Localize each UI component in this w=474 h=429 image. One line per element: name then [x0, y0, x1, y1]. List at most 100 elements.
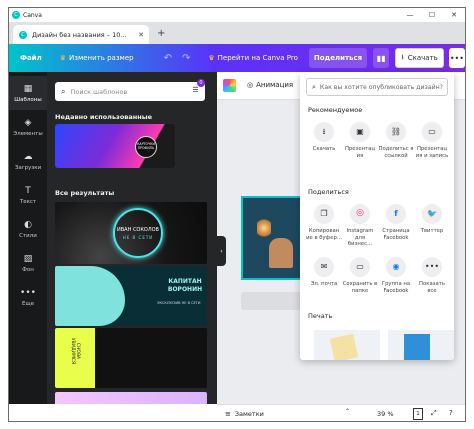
rail-label: Шаблоны	[14, 96, 42, 103]
page-count-button[interactable]: 1	[413, 408, 423, 420]
search-placeholder: Поиск шаблонов	[70, 87, 128, 96]
search-icon: ⌕	[312, 82, 316, 91]
twitter-icon: 🐦	[422, 204, 442, 224]
recent-card-badge: КАРТОЧКИ ПРОФИЛЬ	[135, 136, 157, 158]
text-icon: T	[25, 185, 31, 196]
option-save-folder[interactable]: ▭ Сохранить в папке	[342, 257, 378, 294]
share-search-input[interactable]: ⌕ Как вы хотите опубликовать дизайн?	[306, 78, 448, 96]
option-present-record[interactable]: ▭ Презентац ия и запись	[414, 122, 450, 159]
download-button[interactable]: ⭳ Скачать	[395, 48, 444, 68]
go-pro-button[interactable]: ♛ Перейти на Canva Pro	[203, 48, 302, 68]
rail-item-uploads[interactable]: ☁ Загрузки	[9, 144, 47, 178]
option-show-all[interactable]: ••• Показать все	[414, 257, 450, 294]
filter-count-badge: 0	[197, 79, 205, 87]
crown-icon: ♛	[208, 54, 215, 62]
rail-item-templates[interactable]: ▦ Шаблоны	[9, 76, 47, 110]
rail-item-background[interactable]: ▨ Фон	[9, 246, 47, 280]
print-product-card[interactable]	[314, 330, 380, 360]
styles-icon: ◐	[24, 219, 32, 230]
rail-item-text[interactable]: T Текст	[9, 178, 47, 212]
recent-template-card[interactable]: КАРТОЧКИ ПРОФИЛЬ	[55, 124, 175, 168]
fullscreen-icon[interactable]: ⤢	[431, 409, 437, 418]
record-icon: ▭	[422, 122, 442, 142]
instagram-icon: ◎	[350, 204, 370, 224]
option-label: Поделитьс я ссылкой	[378, 146, 414, 159]
template-card[interactable]: КАПИТАН ВОРОНИН ЭКСКЛЮЗИВ НЕ В СЕТИ	[55, 266, 207, 326]
folder-icon: ▭	[350, 257, 370, 277]
design-image-figure	[269, 238, 293, 268]
option-facebook-page[interactable]: f Страница Facebook	[378, 204, 414, 241]
animation-button[interactable]: ◎ Анимация	[247, 81, 293, 89]
minimize-button[interactable]: —	[399, 8, 421, 22]
share-heading: Поделиться	[308, 188, 349, 196]
print-product-card[interactable]	[388, 330, 454, 360]
more-icon: •••	[20, 287, 36, 298]
template-card[interactable]	[55, 392, 207, 404]
option-present[interactable]: ▣ Презентац ия	[342, 122, 378, 159]
canva-tab-icon: C	[19, 30, 27, 39]
templates-panel: ⌕ Поиск шаблонов ☰ 0 Недавно использован…	[47, 72, 217, 404]
design-page[interactable]	[241, 196, 303, 280]
insights-icon[interactable]: ▮▮	[373, 48, 390, 68]
rail-label: Загрузки	[14, 164, 42, 171]
rail-label: Элементы	[13, 130, 43, 137]
facebook-icon: f	[386, 204, 406, 224]
panel-footer	[9, 404, 217, 421]
option-twitter[interactable]: 🐦 Твиттер	[414, 204, 450, 235]
notes-button[interactable]: ≡ Заметки	[225, 410, 264, 418]
option-share-link[interactable]: ⛓ Поделитьс я ссылкой	[378, 122, 414, 159]
redo-button[interactable]: ↷	[179, 48, 193, 68]
share-popup: ⌕ Как вы хотите опубликовать дизайн? Рек…	[300, 72, 454, 360]
option-instagram[interactable]: ◎ Instagram для бизнес...	[342, 204, 378, 248]
results-heading: Все результаты	[55, 189, 115, 197]
recommended-heading: Рекомендуемое	[308, 106, 363, 114]
download-icon: ⭳	[401, 52, 404, 61]
new-tab-button[interactable]: +	[157, 28, 165, 39]
file-menu-button[interactable]: Файл	[15, 48, 47, 68]
copy-icon: ❐	[314, 204, 334, 224]
side-rail: ▦ Шаблоны ◈ Элементы ☁ Загрузки T Текст …	[9, 72, 47, 404]
browser-tab[interactable]: C Дизайн без названия – 10... ✕	[13, 25, 149, 44]
crown-icon: ♛	[59, 54, 66, 62]
option-label: Страница Facebook	[382, 228, 410, 241]
tab-close-icon[interactable]: ✕	[136, 31, 146, 39]
collapse-panel-button[interactable]: ‹	[217, 236, 226, 266]
tab-label: Дизайн без названия – 10...	[32, 30, 127, 39]
option-label: Презентац ия	[344, 146, 376, 159]
uploads-icon: ☁	[23, 151, 33, 162]
zoom-level[interactable]: 39 %	[377, 410, 394, 418]
option-copy[interactable]: ❐ Копирован ие в буфер...	[306, 204, 342, 241]
chevron-up-icon[interactable]: ⌃	[345, 408, 350, 415]
share-button[interactable]: Поделиться	[308, 48, 368, 68]
filter-icon[interactable]: ☰	[190, 86, 201, 97]
rail-item-elements[interactable]: ◈ Элементы	[9, 110, 47, 144]
option-download[interactable]: ⭳ Скачать	[306, 122, 342, 153]
resize-button[interactable]: ♛ Изменить размер	[55, 48, 139, 68]
option-label: Instagram для бизнес...	[346, 228, 374, 248]
color-picker-icon[interactable]	[223, 79, 236, 92]
more-options-button[interactable]: •••	[448, 48, 465, 68]
print-product-image	[329, 333, 359, 360]
undo-button[interactable]: ↶	[161, 48, 175, 68]
share-search-placeholder: Как вы хотите опубликовать дизайн?	[319, 83, 443, 91]
option-email[interactable]: ✉ Эл. почта	[306, 257, 342, 288]
show-all-icon: •••	[422, 257, 442, 277]
browser-window: C Canva — ☐ ✕ C Дизайн без названия – 10…	[8, 7, 466, 422]
templates-icon: ▦	[23, 83, 33, 94]
maximize-button[interactable]: ☐	[421, 8, 443, 22]
option-label: Группа на Facebook	[381, 281, 411, 294]
search-icon: ⌕	[61, 86, 66, 96]
template-search-input[interactable]: ⌕ Поиск шаблонов ☰ 0	[55, 79, 205, 101]
window-controls: — ☐ ✕	[399, 8, 465, 22]
tab-strip: C Дизайн без названия – 10... ✕ +	[9, 22, 465, 44]
template-card[interactable]: ИВАН СОКОЛОВ НЕ В СЕТИ	[55, 202, 207, 264]
template-card[interactable]: СНОВА УВИДИМСЯ	[55, 328, 207, 388]
rail-item-more[interactable]: ••• Еще	[9, 280, 47, 314]
option-facebook-group[interactable]: ◉ Группа на Facebook	[378, 257, 414, 294]
close-window-button[interactable]: ✕	[443, 8, 465, 22]
rail-item-styles[interactable]: ◐ Стили	[9, 212, 47, 246]
help-icon[interactable]: ?	[449, 409, 453, 417]
facebook-group-icon: ◉	[386, 257, 406, 277]
add-page-button[interactable]	[241, 292, 303, 310]
canva-logo-icon: C	[12, 11, 20, 19]
